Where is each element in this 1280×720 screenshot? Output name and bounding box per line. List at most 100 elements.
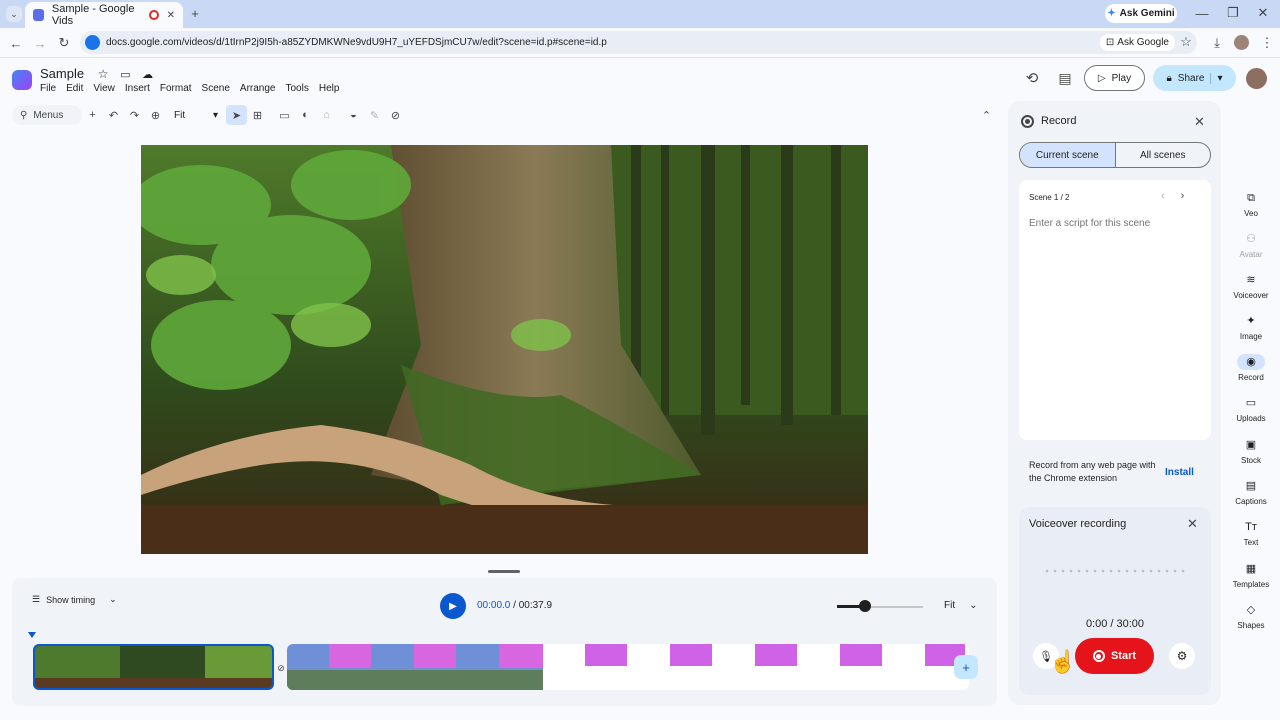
comments-icon[interactable]: ▤ [1055, 68, 1075, 88]
tab-current-scene[interactable]: Current scene [1020, 143, 1116, 167]
select-pointer-icon[interactable]: ➤ [226, 105, 247, 125]
zoom-icon[interactable]: ⊕ [145, 105, 166, 125]
panel-resize-handle[interactable] [488, 570, 520, 573]
profile-avatar[interactable] [1234, 35, 1249, 50]
rail-item-text[interactable]: Tт Text [1228, 519, 1274, 547]
script-input[interactable]: Enter a script for this scene [1029, 218, 1150, 229]
record-panel-title: Record [1041, 115, 1077, 127]
play-button[interactable]: ▷ Play [1084, 65, 1145, 91]
text-box-icon[interactable]: ⊞ [247, 105, 268, 125]
image-insert-icon[interactable]: ▭ [274, 105, 295, 125]
undo-icon[interactable]: ↶ [103, 105, 124, 125]
menu-tools[interactable]: Tools [285, 83, 308, 94]
rail-item-voiceover[interactable]: ≋ Voiceover [1228, 272, 1274, 300]
menus-search[interactable]: ⚲ Menus [12, 105, 82, 125]
back-icon[interactable]: ← [8, 35, 24, 51]
bookmark-star-icon[interactable]: ☆ [1179, 34, 1193, 49]
ask-google-button[interactable]: ⊡ Ask Google [1099, 34, 1175, 51]
templates-icon: ▦ [1245, 563, 1257, 575]
record-title-icon [1021, 115, 1034, 128]
scene-clip-2[interactable] [287, 644, 969, 690]
close-window-icon[interactable]: ✕ [1256, 5, 1270, 20]
next-scene-icon[interactable]: › [1181, 190, 1185, 202]
menu-arrange[interactable]: Arrange [240, 83, 276, 94]
clip-1-thumbnails [35, 646, 272, 688]
vids-logo[interactable] [12, 70, 32, 90]
playhead-marker[interactable] [28, 632, 36, 638]
collapse-toolbar-icon[interactable]: ⌃ [976, 105, 997, 125]
ask-gemini-button[interactable]: ✦ Ask Gemini [1105, 4, 1177, 23]
border-color-icon[interactable]: ✎ [364, 105, 385, 125]
move-folder-icon[interactable]: ▭ [120, 69, 130, 81]
timeline-fit-select[interactable]: Fit ⌄ [944, 600, 978, 611]
tab-search-icon[interactable]: ⌄ [6, 6, 22, 22]
new-tab-icon[interactable]: + [188, 6, 202, 21]
close-icon[interactable]: ✕ [1187, 516, 1198, 532]
star-icon[interactable]: ☆ [98, 67, 109, 81]
menu-file[interactable]: File [40, 83, 56, 94]
close-tab-icon[interactable]: ✕ [167, 10, 175, 21]
address-bar[interactable]: docs.google.com/videos/d/1tIrnP2j9I5h-a8… [80, 31, 1197, 54]
scene-clip-1[interactable] [33, 644, 274, 690]
search-icon: ⚲ [20, 109, 28, 121]
start-recording-button[interactable]: Start [1075, 638, 1154, 674]
menu-view[interactable]: View [93, 83, 115, 94]
scene-counter: Scene 1 / 2 [1029, 193, 1070, 202]
zoom-slider-handle[interactable] [859, 600, 871, 612]
reload-icon[interactable]: ↻ [56, 35, 72, 51]
chevron-down-icon: ⌄ [109, 594, 117, 604]
redo-icon[interactable]: ↷ [124, 105, 145, 125]
menu-format[interactable]: Format [160, 83, 192, 94]
menu-insert[interactable]: Insert [125, 83, 150, 94]
add-scene-button[interactable]: + [954, 655, 978, 679]
browser-tab[interactable]: Sample - Google Vids ✕ [25, 2, 183, 28]
browser-menu-icon[interactable]: ⋮ [1260, 35, 1274, 51]
zoom-select[interactable]: Fit ▾ [170, 110, 222, 121]
menu-help[interactable]: Help [319, 83, 340, 94]
fill-color-icon[interactable]: ◒ [343, 105, 364, 125]
play-icon: ▷ [1097, 72, 1106, 84]
rail-item-veo[interactable]: ⧉ Veo [1228, 190, 1274, 218]
share-dropdown-icon[interactable]: ▾ [1210, 72, 1223, 84]
rail-item-record[interactable]: ◉ Record [1228, 354, 1274, 382]
paint-format-icon[interactable]: ⌂ [316, 105, 337, 125]
settings-gear-button[interactable]: ⚙ [1169, 643, 1195, 669]
rail-item-uploads[interactable]: ▭ Uploads [1228, 395, 1274, 423]
rail-item-stock[interactable]: ▣ Stock [1228, 437, 1274, 465]
forward-icon[interactable]: → [32, 35, 48, 51]
time-readout: 00:00.0 / 00:37.9 [477, 600, 553, 611]
rail-item-shapes[interactable]: ◇ Shapes [1228, 602, 1274, 630]
menu-edit[interactable]: Edit [66, 83, 83, 94]
palette-icon[interactable]: ◐ [295, 105, 316, 125]
minimize-icon[interactable]: — [1195, 6, 1209, 21]
image-icon: ✦ [1246, 315, 1256, 327]
waveform-dots [1043, 569, 1186, 573]
rail-item-templates[interactable]: ▦ Templates [1228, 561, 1274, 589]
close-icon[interactable]: ✕ [1194, 114, 1205, 130]
rail-item-avatar[interactable]: ⚇ Avatar [1228, 231, 1274, 259]
stock-icon: ▣ [1245, 439, 1257, 451]
transition-icon[interactable]: ⊘ [275, 662, 287, 674]
script-card: Scene 1 / 2 ‹ › Enter a script for this … [1019, 180, 1211, 440]
add-icon[interactable]: + [82, 105, 103, 125]
prev-scene-icon[interactable]: ‹ [1161, 190, 1165, 202]
link-icon[interactable]: ⊘ [385, 105, 406, 125]
timeline-play-button[interactable]: ▶ [440, 593, 466, 619]
rail-item-captions[interactable]: ▤ Captions [1228, 478, 1274, 506]
account-avatar[interactable] [1246, 68, 1267, 89]
scene-canvas[interactable] [141, 145, 868, 554]
tab-all-scenes[interactable]: All scenes [1116, 143, 1211, 167]
site-info-icon[interactable] [85, 35, 100, 50]
menu-scene[interactable]: Scene [202, 83, 230, 94]
version-history-icon[interactable]: ⟲ [1022, 68, 1042, 88]
download-icon[interactable]: ⤓ [1209, 35, 1225, 51]
install-button[interactable]: Install [1165, 467, 1194, 478]
rail-item-image[interactable]: ✦ Image [1228, 313, 1274, 341]
show-timing-toggle[interactable]: ☰ Show timing ⌄ [32, 594, 117, 605]
share-button[interactable]: 🔒︎ Share ▾ [1153, 65, 1236, 91]
voiceover-card: Voiceover recording ✕ 0:00 / 30:00 🎙︎ St… [1019, 507, 1211, 695]
document-title[interactable]: Sample ☆ ▭ ☁ [40, 66, 153, 81]
current-time: 00:00.0 [477, 600, 511, 611]
restore-icon[interactable]: ❐ [1226, 5, 1240, 20]
total-time: 00:37.9 [518, 600, 553, 611]
